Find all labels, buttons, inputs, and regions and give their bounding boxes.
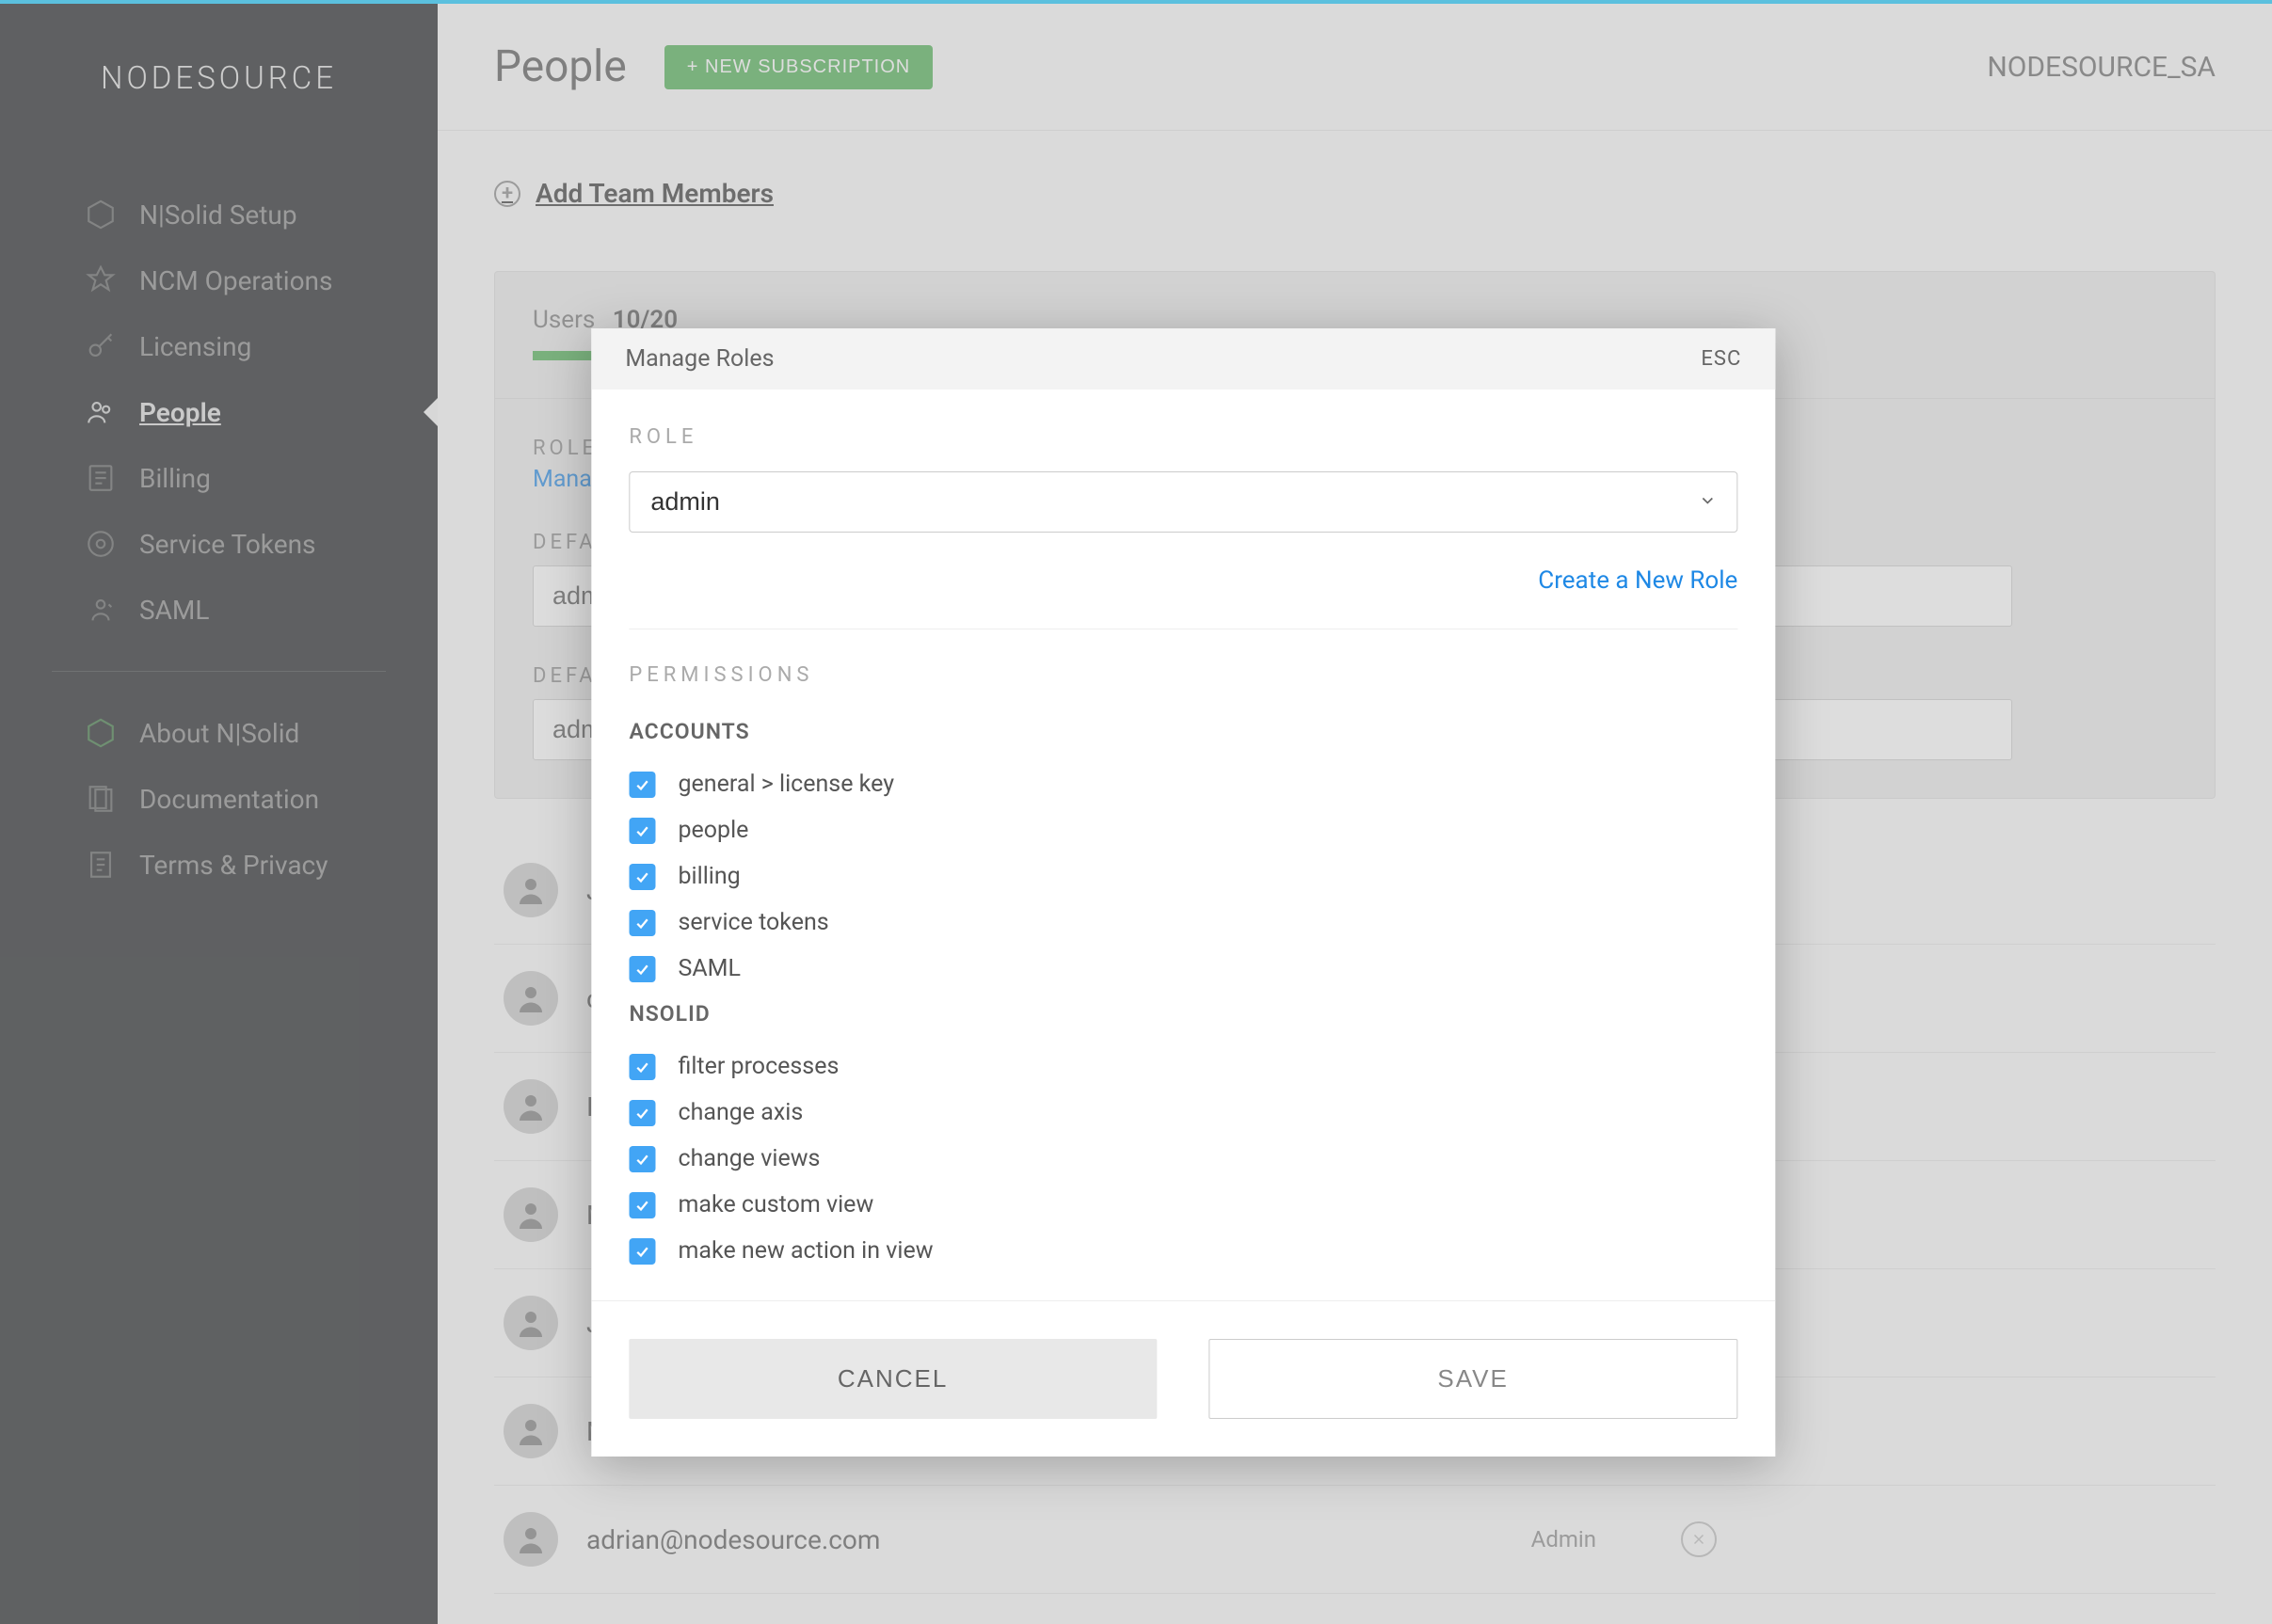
- permission-item: service tokens: [629, 900, 1700, 946]
- permission-checkbox[interactable]: [629, 772, 655, 798]
- permission-label: make custom view: [678, 1191, 873, 1218]
- permission-label: change axis: [678, 1099, 803, 1126]
- permission-checkbox[interactable]: [629, 910, 655, 936]
- permission-group-label: NSOLID: [629, 1001, 1700, 1027]
- permissions-section-label: PERMISSIONS: [629, 663, 1737, 687]
- role-select[interactable]: [629, 471, 1737, 533]
- permission-item: change views: [629, 1136, 1700, 1182]
- permissions-list[interactable]: ACCOUNTS general > license key people billi…: [629, 709, 1737, 1272]
- permission-checkbox[interactable]: [629, 1100, 655, 1126]
- permission-item: billing: [629, 853, 1700, 900]
- permission-label: change views: [678, 1145, 820, 1172]
- permission-checkbox[interactable]: [629, 818, 655, 844]
- permission-label: make new action in view: [678, 1237, 933, 1265]
- cancel-button[interactable]: CANCEL: [629, 1339, 1157, 1419]
- permission-item: make new action in view: [629, 1228, 1700, 1272]
- create-new-role-link[interactable]: Create a New Role: [629, 566, 1737, 595]
- permission-checkbox[interactable]: [629, 1146, 655, 1172]
- manage-roles-modal: Manage Roles ESC ROLE Create a New Role …: [591, 328, 1775, 1457]
- permission-item: filter processes: [629, 1043, 1700, 1090]
- permission-checkbox[interactable]: [629, 1192, 655, 1218]
- permission-label: service tokens: [678, 909, 828, 936]
- permission-checkbox[interactable]: [629, 864, 655, 890]
- permission-checkbox[interactable]: [629, 1238, 655, 1265]
- permission-label: people: [678, 817, 748, 844]
- modal-title: Manage Roles: [625, 345, 774, 373]
- permission-label: filter processes: [678, 1053, 839, 1080]
- permission-item: change axis: [629, 1090, 1700, 1136]
- permission-item: general > license key: [629, 761, 1700, 807]
- role-section-label: ROLE: [629, 425, 1737, 449]
- permission-label: SAML: [678, 955, 740, 982]
- permission-item: make custom view: [629, 1182, 1700, 1228]
- permission-group-label: ACCOUNTS: [629, 719, 1700, 744]
- save-button[interactable]: SAVE: [1208, 1339, 1738, 1419]
- permission-label: billing: [678, 863, 740, 890]
- permission-checkbox[interactable]: [629, 1054, 655, 1080]
- modal-header: Manage Roles ESC: [591, 328, 1775, 390]
- permission-item: people: [629, 807, 1700, 853]
- modal-close-esc[interactable]: ESC: [1701, 347, 1741, 371]
- permission-checkbox[interactable]: [629, 956, 655, 982]
- permission-item: SAML: [629, 946, 1700, 992]
- permission-label: general > license key: [678, 771, 894, 798]
